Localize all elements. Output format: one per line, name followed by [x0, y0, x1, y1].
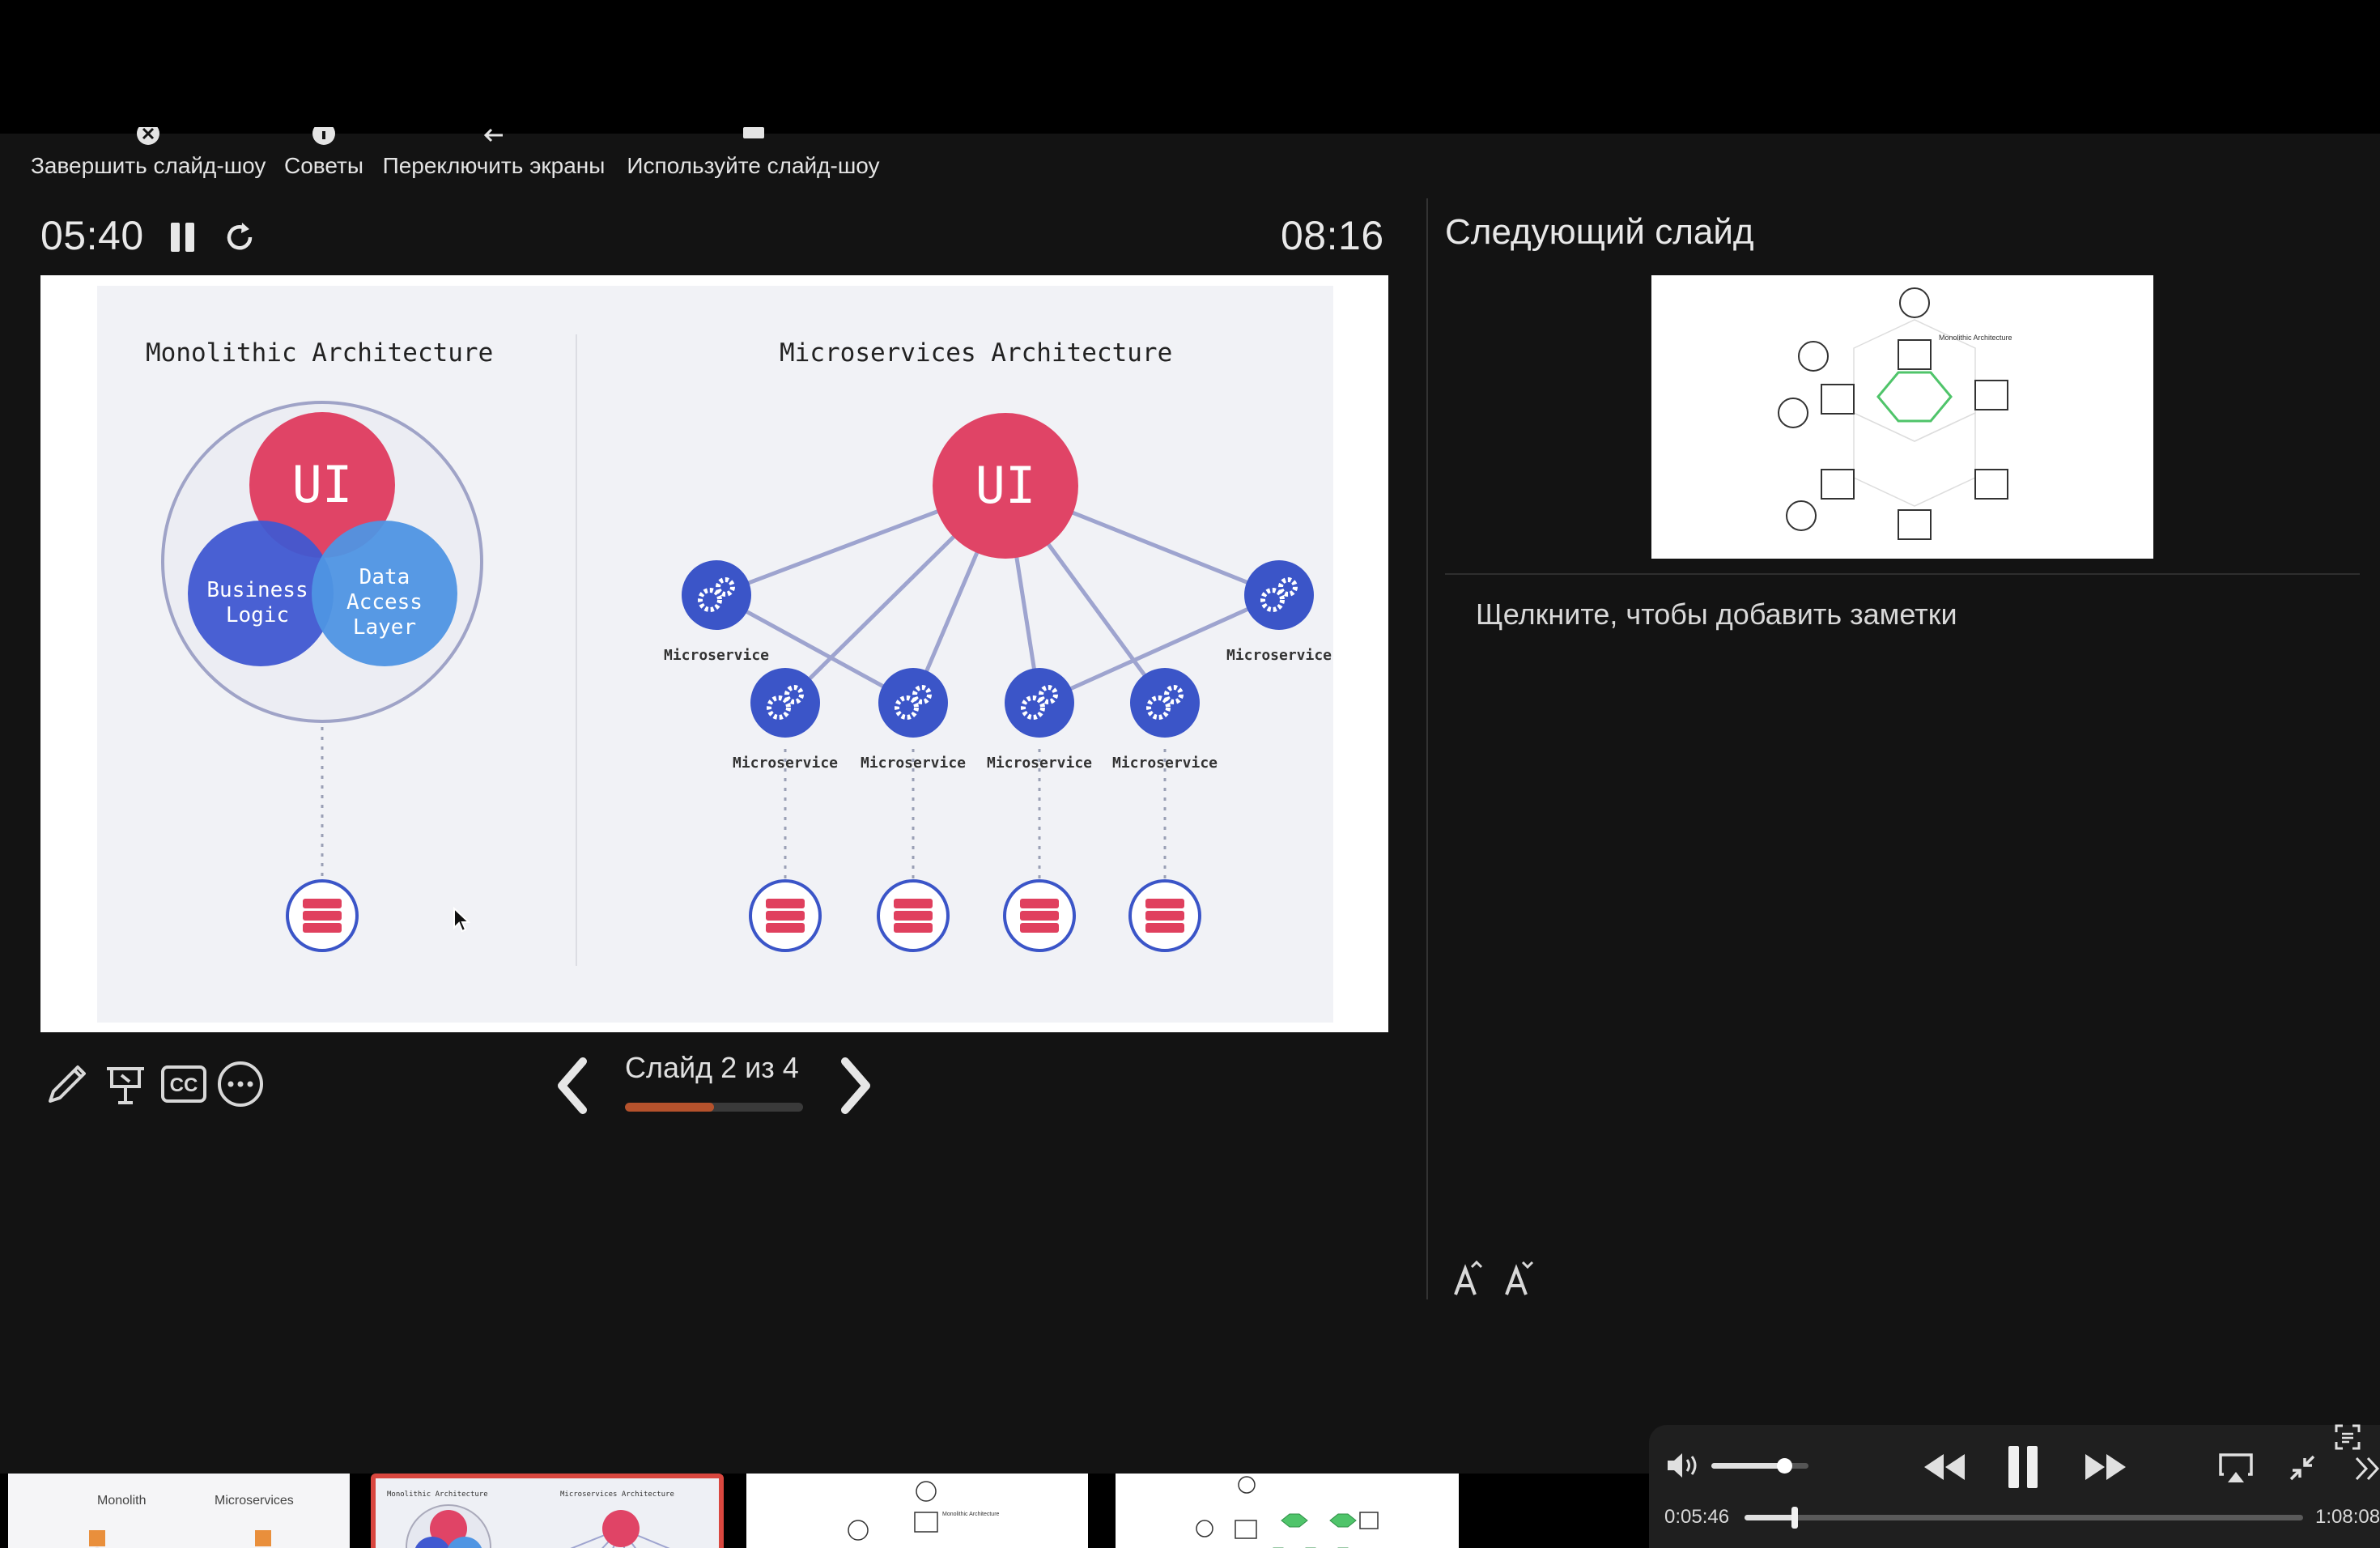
end-slideshow-button[interactable]: Завершить слайд-шоу: [31, 127, 266, 187]
database-icon: [286, 879, 359, 952]
microservice-gear-icon: [682, 560, 751, 630]
close-circle-icon: [137, 127, 159, 145]
slide-2-preview: Monolithic Architecture Microservices Ar…: [376, 1478, 719, 1548]
microservice-label: Microservice: [732, 755, 839, 772]
next-slide-heading: Следующий слайд: [1445, 212, 1754, 252]
previous-slide-icon[interactable]: [552, 1057, 593, 1115]
microservice-gear-icon: [750, 668, 820, 738]
thumb-3-label: Monolithic Architecture: [942, 1512, 1000, 1517]
volume-slider[interactable]: [1711, 1458, 1808, 1474]
slide-thumbnail-3[interactable]: Monolithic Architecture: [746, 1474, 1088, 1548]
captions-icon[interactable]: CC: [159, 1059, 209, 1109]
volume-level: [1711, 1463, 1784, 1469]
slide-3-preview: Monolithic Architecture: [848, 1481, 1000, 1541]
info-icon: [312, 127, 335, 145]
live-text-icon[interactable]: [2331, 1421, 2364, 1453]
tips-label: Советы: [284, 153, 363, 178]
tips-button[interactable]: Советы: [283, 127, 364, 187]
volume-knob[interactable]: [1777, 1458, 1792, 1474]
end-slideshow-label: Завершить слайд-шоу: [31, 153, 266, 178]
more-options-icon[interactable]: [215, 1059, 266, 1109]
thumb-2-label-right: Microservices Architecture: [560, 1491, 674, 1499]
playback-progress: [1745, 1515, 1796, 1520]
next-slide-thumb-title: Monolithic Architecture: [1939, 334, 2012, 342]
playback-scrubber[interactable]: [1745, 1507, 2303, 1529]
slide-counter: Слайд 2 из 4: [625, 1051, 799, 1084]
microservice-gear-icon: [1244, 560, 1314, 630]
arrow-left-icon: [483, 128, 503, 142]
airplay-icon[interactable]: [2217, 1452, 2255, 1484]
elapsed-timer: 05:40: [40, 213, 144, 258]
database-icon: [1003, 879, 1076, 952]
laser-pointer-icon[interactable]: [100, 1059, 151, 1109]
decrease-font-icon[interactable]: [1502, 1259, 1537, 1299]
thumb-1-label-left: Monolith: [97, 1494, 146, 1508]
current-slide[interactable]: Monolithic Architecture Microservices Ar…: [40, 275, 1388, 1032]
microservice-label: Microservice: [986, 755, 1093, 772]
next-slide-icon[interactable]: [835, 1057, 876, 1115]
monolithic-title: Monolithic Architecture: [146, 338, 494, 368]
video-player-controls: 0:05:46 1:08:08: [1649, 1424, 2380, 1548]
mouse-cursor-icon: [453, 907, 470, 933]
database-icon: [1128, 879, 1201, 952]
panel-divider: [1426, 198, 1428, 1299]
slideshow-icon: [742, 127, 764, 138]
slide-canvas: Monolithic Architecture Microservices Ar…: [97, 286, 1333, 1023]
increase-font-icon[interactable]: [1451, 1259, 1486, 1299]
video-pause-icon[interactable]: [2005, 1444, 2041, 1490]
microservice-label: Microservice: [860, 755, 967, 772]
fast-forward-icon[interactable]: [2082, 1451, 2129, 1483]
microservice-label: Microservice: [1226, 647, 1332, 664]
next-slide-diagram: Monolithic Architecture: [1778, 287, 2012, 540]
restart-timer-icon[interactable]: [222, 219, 257, 255]
slide-thumbnail-4[interactable]: [1116, 1474, 1459, 1548]
svg-text:CC: CC: [170, 1074, 198, 1096]
thumb-2-label-left: Monolithic Architecture: [387, 1491, 488, 1499]
current-time: 0:05:46: [1664, 1506, 1730, 1528]
rewind-icon[interactable]: [1921, 1451, 1968, 1483]
slide-1-preview: Monolith Microservices: [8, 1474, 350, 1548]
pause-icon[interactable]: [168, 221, 198, 253]
more-controls-icon[interactable]: [2353, 1455, 2380, 1482]
use-slideshow-label: Используйте слайд-шоу: [627, 153, 880, 178]
thumb-1-label-right: Microservices: [215, 1494, 294, 1508]
database-icon: [877, 879, 950, 952]
slide-4-preview: [1196, 1476, 1379, 1548]
microservice-gear-icon: [1005, 668, 1074, 738]
slide-thumbnail-2-selected[interactable]: Monolithic Architecture Microservices Ar…: [371, 1474, 724, 1548]
microservice-label: Microservice: [663, 647, 770, 664]
playback-handle[interactable]: [1791, 1507, 1799, 1529]
business-logic-label: Business Logic: [206, 577, 308, 627]
next-slide-thumbnail[interactable]: Monolithic Architecture: [1651, 275, 2153, 559]
microservice-gear-icon: [1130, 668, 1200, 738]
data-access-label: Data Access Layer: [346, 565, 423, 640]
microservices-title: Microservices Architecture: [780, 338, 1173, 368]
presenter-view: Завершить слайд-шоу Советы Переключить э…: [0, 127, 2380, 1548]
pen-icon[interactable]: [42, 1059, 92, 1109]
slide-thumbnail-1[interactable]: Monolith Microservices: [8, 1474, 350, 1548]
ui-label: UI: [291, 454, 353, 514]
notes-input[interactable]: Щелкните, чтобы добавить заметки: [1476, 598, 1957, 632]
slide-progress-fill: [625, 1103, 714, 1112]
exit-fullscreen-icon[interactable]: [2286, 1452, 2318, 1484]
switch-screens-button[interactable]: Переключить экраны: [380, 128, 607, 187]
slide-progress-bar: [625, 1103, 803, 1112]
clock-time: 08:16: [1281, 213, 1384, 258]
use-slideshow-button[interactable]: Используйте слайд-шоу: [626, 127, 881, 187]
notes-separator: [1445, 573, 2360, 575]
microservice-gear-icon: [878, 668, 948, 738]
duration: 1:08:08: [2315, 1506, 2380, 1528]
microservice-label: Microservice: [1111, 755, 1218, 772]
volume-icon[interactable]: [1664, 1449, 1705, 1482]
ui-label-microservices: UI: [975, 455, 1036, 515]
switch-screens-label: Переключить экраны: [382, 153, 606, 178]
database-icon: [749, 879, 822, 952]
